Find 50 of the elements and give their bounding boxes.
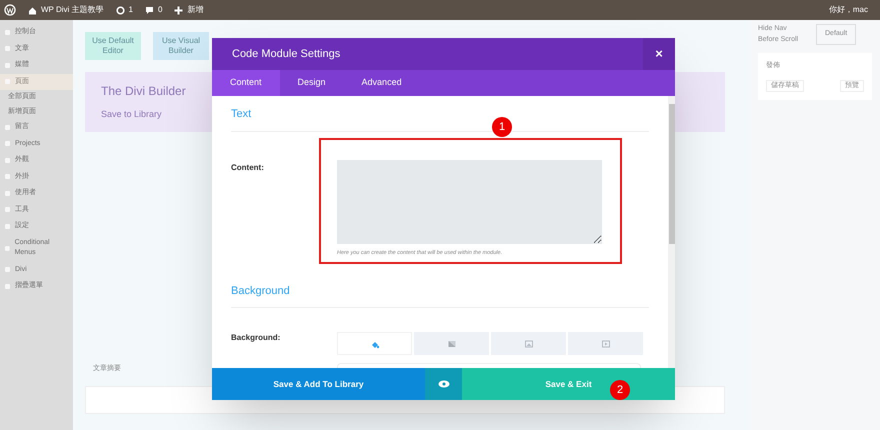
menu-item-icon: [4, 206, 11, 214]
background-type-tab[interactable]: [414, 332, 489, 356]
menu-item-icon: [4, 266, 11, 274]
save-to-library-link[interactable]: Save to Library: [101, 108, 162, 122]
menu-item-icon: [4, 45, 11, 52]
background-type-tab[interactable]: [568, 332, 643, 356]
section-title: Text: [231, 107, 252, 122]
menu-item-icon: [4, 28, 11, 36]
site-name-link[interactable]: WP Divi 主題教學: [41, 4, 104, 16]
field-label: Content:: [231, 162, 265, 174]
home-icon: [28, 6, 37, 14]
plus-icon: [174, 6, 184, 14]
menu-item-icon: [4, 222, 11, 230]
new-link[interactable]: 新增: [187, 4, 204, 16]
menu-item-icon: [4, 140, 11, 148]
close-button[interactable]: ×: [643, 38, 675, 70]
section-title: Background: [231, 284, 290, 299]
video-icon: [600, 338, 610, 349]
background-type-tab[interactable]: [491, 332, 566, 356]
preview-button[interactable]: [425, 368, 462, 400]
menu-item-icon: [4, 190, 11, 197]
field-label: Background:: [231, 332, 282, 344]
modal-title: Code Module Settings: [231, 46, 342, 62]
scrollbar-thumb[interactable]: [668, 104, 674, 244]
builder-title: The Divi Builder: [101, 83, 186, 100]
editor-button[interactable]: Use Visual Builder: [153, 32, 209, 60]
menu-item-icon: [4, 244, 11, 252]
menu-item-icon: [4, 78, 11, 86]
settings-tab[interactable]: Content: [212, 70, 280, 96]
content-textarea[interactable]: [337, 160, 602, 244]
menu-item-icon: [4, 282, 11, 290]
comment-icon: [144, 6, 154, 14]
editor-button[interactable]: Use Default Editor: [85, 32, 141, 60]
gradient-icon: [446, 338, 456, 349]
image-icon: [524, 338, 534, 349]
updates-icon: [116, 6, 125, 14]
greeting-link[interactable]: 你好，mac: [828, 4, 868, 16]
scrollbar[interactable]: [668, 96, 675, 368]
settings-tab[interactable]: Design: [280, 70, 344, 96]
menu-item-icon: [4, 156, 11, 164]
background-type-tab[interactable]: [337, 332, 412, 356]
eye-icon: [438, 380, 450, 388]
save-to-library-button[interactable]: Save & Add To Library: [212, 368, 425, 400]
comments-count[interactable]: 0: [158, 4, 162, 16]
updates-count[interactable]: 1: [128, 4, 133, 16]
settings-tab[interactable]: Advanced: [344, 70, 420, 96]
menu-item-icon: [4, 173, 11, 180]
menu-item-icon: [4, 62, 11, 69]
wp-logo-icon: [4, 4, 16, 16]
menu-item-icon: [4, 124, 11, 131]
